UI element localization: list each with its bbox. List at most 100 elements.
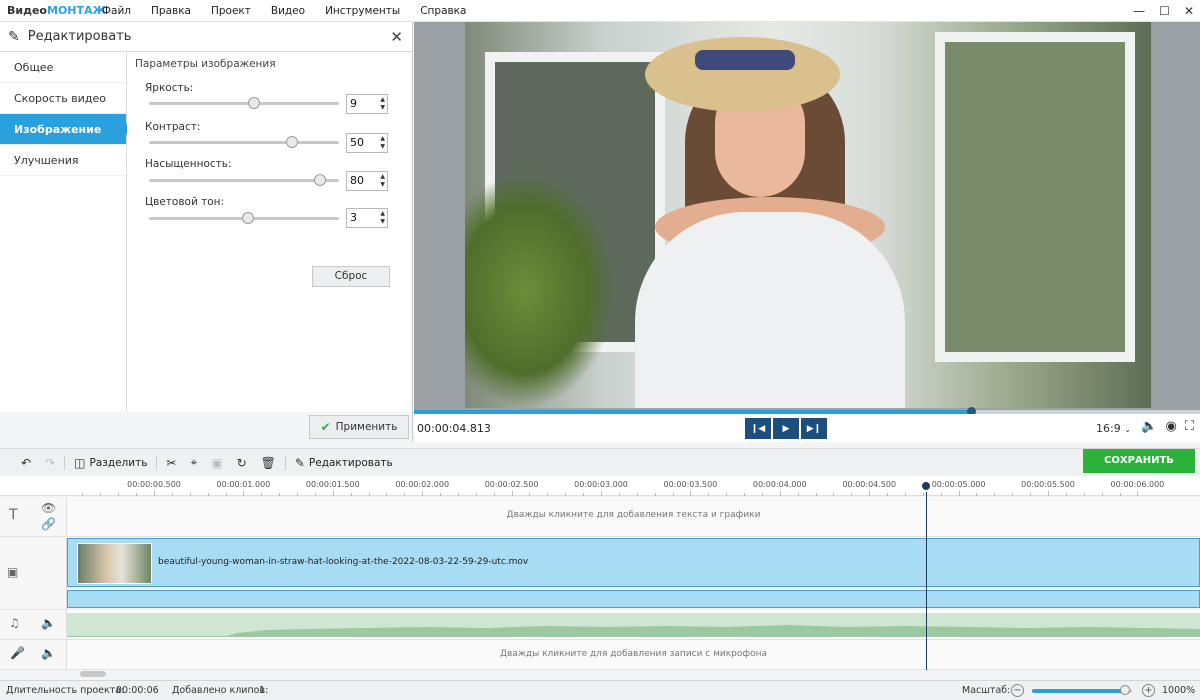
tab-general[interactable]: Общее xyxy=(0,52,126,83)
tab-video-speed[interactable]: Скорость видео xyxy=(0,83,126,114)
params-section-title: Параметры изображения xyxy=(135,58,276,70)
reset-button[interactable]: Сброс xyxy=(312,266,390,287)
ruler-tick-mark xyxy=(100,493,102,496)
duration-label: Длительность проекта: xyxy=(6,685,125,696)
timeline-toolbar: ↶ ↷ ◫ Разделить ✂ ⌖ ▣ ↻ 🗑 ✎ Редактировать xyxy=(0,448,1200,476)
saturation-input[interactable]: 80 ▲ ▼ xyxy=(346,171,388,191)
contrast-input[interactable]: 50 ▲ ▼ xyxy=(346,133,388,153)
close-panel-icon[interactable]: ✕ xyxy=(390,28,403,46)
ruler-tick-mark xyxy=(565,493,567,496)
edit-panel-header: ✎ Редактировать ✕ xyxy=(0,22,412,52)
ruler-tick-mark xyxy=(457,493,459,496)
spin-arrows-icon[interactable]: ▲ ▼ xyxy=(380,210,385,226)
ruler-tick-mark xyxy=(261,493,263,496)
ruler-tick-mark xyxy=(154,491,155,496)
ruler-tick-mark xyxy=(189,493,191,496)
edit-button[interactable]: ✎ Редактировать xyxy=(288,449,400,477)
tab-image[interactable]: Изображение xyxy=(0,114,132,145)
edit-pencil-icon: ✎ xyxy=(8,28,20,45)
audio-track-header: ♫ 🔈 xyxy=(0,610,67,640)
redo-icon: ↷ xyxy=(45,455,56,470)
next-frame-button[interactable]: ▶❙ xyxy=(801,418,827,439)
timeline-ruler[interactable]: 00:00:00.500 00:00:01.000 00:00:01.500 00:0… xyxy=(0,476,1200,496)
hue-slider[interactable] xyxy=(149,212,339,224)
maximize-icon[interactable]: ☐ xyxy=(1159,4,1170,18)
cut-button[interactable]: ✂ xyxy=(159,449,183,477)
ruler-tick-label: 00:00:04.000 xyxy=(752,480,807,489)
ruler-tick-label: 00:00:01.500 xyxy=(305,480,360,489)
save-video-button[interactable]: СОХРАНИТЬ ВИДЕО xyxy=(1083,449,1195,490)
delete-button[interactable]: 🗑 xyxy=(254,449,283,477)
contrast-slider[interactable] xyxy=(149,136,339,148)
apply-button[interactable]: ✔ Применить xyxy=(309,415,409,439)
ruler-tick-mark xyxy=(583,493,585,496)
speaker-icon[interactable]: 🔈 xyxy=(41,616,56,630)
eye-icon[interactable]: 👁 xyxy=(41,501,56,515)
zoom-knob[interactable] xyxy=(1120,685,1130,695)
menu-tools[interactable]: Инструменты xyxy=(315,5,410,17)
spin-arrows-icon[interactable]: ▲ ▼ xyxy=(380,96,385,112)
volume-icon[interactable]: 🔈 xyxy=(1141,419,1157,434)
scale-label: Масштаб: xyxy=(962,685,1011,696)
spin-arrows-icon[interactable]: ▲ ▼ xyxy=(380,173,385,189)
fullscreen-icon[interactable]: ⛶ xyxy=(1185,419,1194,434)
saturation-slider-knob[interactable] xyxy=(314,174,326,186)
timeline-scrollbar[interactable] xyxy=(80,671,106,677)
video-clip[interactable]: beautiful-young-woman-in-straw-hat-looki… xyxy=(67,538,1200,587)
frame-hat xyxy=(645,37,840,112)
ruler-tick-mark xyxy=(529,493,531,496)
prev-frame-button[interactable]: ❙◀ xyxy=(745,418,771,439)
ruler-tick-mark xyxy=(207,493,209,496)
zoom-in-icon[interactable]: + xyxy=(1142,684,1155,697)
frame-button[interactable]: ▣ xyxy=(204,449,229,477)
zoom-slider[interactable] xyxy=(1032,685,1132,695)
ruler-tick-mark xyxy=(440,493,442,496)
menu-project[interactable]: Проект xyxy=(201,5,261,17)
rotate-button[interactable]: ↻ xyxy=(230,449,254,477)
play-button[interactable]: ▶ xyxy=(773,418,799,439)
ruler-tick-label: 00:00:06.000 xyxy=(1110,480,1165,489)
brightness-input[interactable]: 9 ▲ ▼ xyxy=(346,94,388,114)
brightness-slider[interactable] xyxy=(149,97,339,109)
brightness-slider-knob[interactable] xyxy=(247,97,260,109)
clips-value: 1 xyxy=(259,685,266,696)
hue-slider-knob[interactable] xyxy=(241,212,254,224)
redo-button[interactable]: ↷ xyxy=(38,449,62,477)
ruler-tick-mark xyxy=(690,491,692,496)
text-track[interactable]: Дважды кликните для добавления текста и … xyxy=(67,497,1200,537)
saturation-value: 80 xyxy=(350,174,364,187)
minimize-icon[interactable]: — xyxy=(1133,4,1145,18)
split-button[interactable]: ◫ Разделить xyxy=(67,449,154,477)
duration-value: 00:00:06 xyxy=(116,685,159,696)
microphone-icon: 🎤 xyxy=(10,646,25,660)
hue-input[interactable]: 3 ▲ ▼ xyxy=(346,208,388,228)
speaker-icon[interactable]: 🔈 xyxy=(41,646,56,660)
zoom-out-icon[interactable]: − xyxy=(1011,684,1024,697)
audio-waveform[interactable] xyxy=(67,613,1200,637)
close-window-icon[interactable]: ✕ xyxy=(1184,4,1194,18)
aspect-ratio-select[interactable]: 16:9 ⌄ xyxy=(1096,422,1131,435)
saturation-slider[interactable] xyxy=(149,174,339,186)
tab-enhancements[interactable]: Улучшения xyxy=(0,145,126,176)
contrast-slider-knob[interactable] xyxy=(285,136,298,148)
ruler-tick-mark xyxy=(1048,491,1049,496)
crop-button[interactable]: ⌖ xyxy=(183,449,204,477)
ruler-tick-mark xyxy=(386,493,388,496)
menu-help[interactable]: Справка xyxy=(410,5,476,17)
undo-button[interactable]: ↶ xyxy=(0,449,38,477)
camera-icon[interactable]: ◉ xyxy=(1166,419,1177,434)
menu-file[interactable]: Файл xyxy=(92,5,141,17)
link-icon[interactable]: 🔗 xyxy=(41,517,56,531)
playhead-knob[interactable] xyxy=(920,480,932,492)
menu-video[interactable]: Видео xyxy=(261,5,315,17)
ruler-tick-mark xyxy=(332,491,334,496)
title-bar: ВидеоМОНТАЖ Файл Правка Проект Видео Инс… xyxy=(0,0,1200,22)
ruler-tick-mark xyxy=(1101,493,1103,496)
spin-arrows-icon[interactable]: ▲ ▼ xyxy=(380,135,385,151)
menu-edit[interactable]: Правка xyxy=(141,5,201,17)
mic-track[interactable]: Дважды кликните для добавления записи с … xyxy=(67,640,1200,670)
clip-name: beautiful-young-woman-in-straw-hat-looki… xyxy=(158,557,529,567)
video-frame[interactable] xyxy=(465,22,1151,408)
ruler-tick-mark xyxy=(493,493,495,496)
video-clip-sub[interactable] xyxy=(67,590,1200,608)
